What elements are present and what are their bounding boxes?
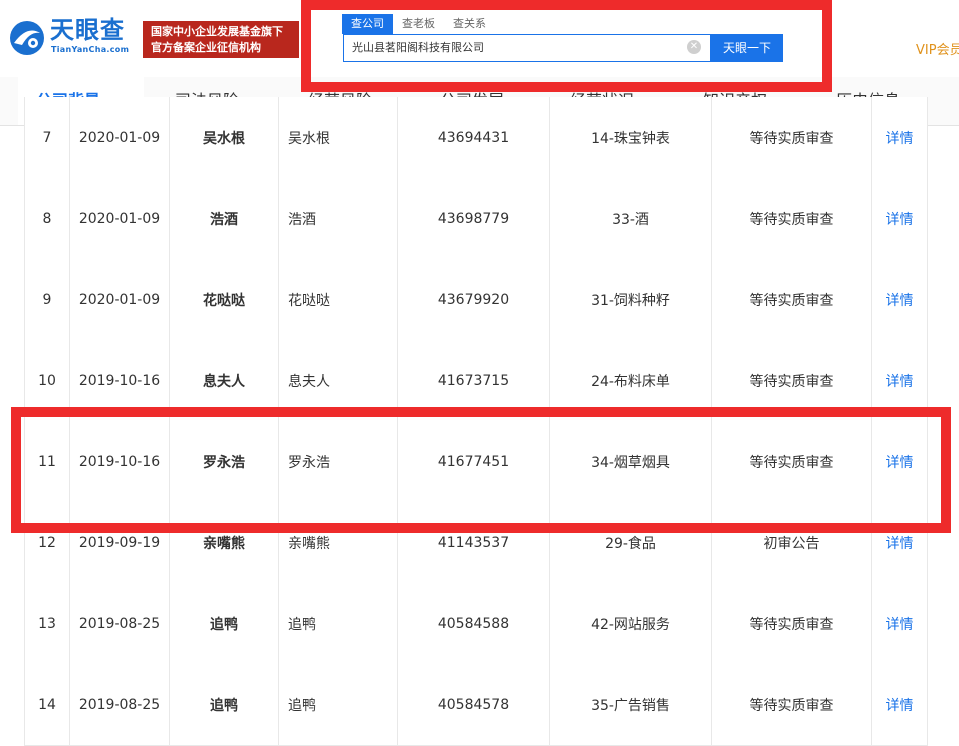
detail-link[interactable]: 详情 xyxy=(872,97,928,178)
table-row: 14 2019-08-25 追鸭 追鸭 40584578 35-广告销售 等待实… xyxy=(24,664,928,746)
cell-class: 33-酒 xyxy=(550,178,712,259)
cell-status: 等待实质审查 xyxy=(712,178,872,259)
gov-badge-line1: 国家中小企业发展基金旗下 xyxy=(151,25,283,38)
table-row: 9 2020-01-09 花哒哒 花哒哒 43679920 31-饲料种籽 等待… xyxy=(24,259,928,341)
cell-date: 2019-08-25 xyxy=(70,583,170,664)
table-row: 7 2020-01-09 吴水根 吴水根 43694431 14-珠宝钟表 等待… xyxy=(24,97,928,179)
cell-trademark-name: 吴水根 xyxy=(279,97,398,178)
detail-link[interactable]: 详情 xyxy=(872,664,928,745)
cell-trademark-image[interactable]: 浩酒 xyxy=(170,178,279,259)
cell-class: 14-珠宝钟表 xyxy=(550,97,712,178)
gov-badge: 国家中小企业发展基金旗下 官方备案企业征信机构 xyxy=(143,21,299,58)
cell-class: 31-饲料种籽 xyxy=(550,259,712,340)
cell-status: 等待实质审查 xyxy=(712,97,872,178)
cell-date: 2020-01-09 xyxy=(70,97,170,178)
detail-link[interactable]: 详情 xyxy=(872,583,928,664)
cell-reg-no: 40584578 xyxy=(398,664,550,745)
cell-status: 等待实质审查 xyxy=(712,664,872,745)
cell-no: 13 xyxy=(24,583,70,664)
row-highlight-box xyxy=(11,407,951,533)
cell-trademark-image[interactable]: 追鸭 xyxy=(170,664,279,745)
cell-date: 2020-01-09 xyxy=(70,178,170,259)
cell-trademark-name: 追鸭 xyxy=(279,664,398,745)
cell-no: 8 xyxy=(24,178,70,259)
cell-reg-no: 43694431 xyxy=(398,97,550,178)
cell-class: 42-网站服务 xyxy=(550,583,712,664)
table-row: 8 2020-01-09 浩酒 浩酒 43698779 33-酒 等待实质审查 … xyxy=(24,178,928,260)
cell-no: 7 xyxy=(24,97,70,178)
cell-trademark-name: 花哒哒 xyxy=(279,259,398,340)
cell-status: 等待实质审查 xyxy=(712,583,872,664)
cell-reg-no: 43698779 xyxy=(398,178,550,259)
cell-trademark-image[interactable]: 追鸭 xyxy=(170,583,279,664)
detail-link[interactable]: 详情 xyxy=(872,259,928,340)
logo-subtitle: TianYanCha.com xyxy=(51,45,130,54)
logo-text[interactable]: 天眼查 xyxy=(50,17,125,43)
detail-link[interactable]: 详情 xyxy=(872,178,928,259)
vip-member-link[interactable]: VIP会员 xyxy=(916,39,959,58)
cell-no: 9 xyxy=(24,259,70,340)
cell-class: 35-广告销售 xyxy=(550,664,712,745)
cell-status: 等待实质审查 xyxy=(712,259,872,340)
cell-trademark-name: 浩酒 xyxy=(279,178,398,259)
cell-trademark-image[interactable]: 花哒哒 xyxy=(170,259,279,340)
cell-date: 2020-01-09 xyxy=(70,259,170,340)
cell-reg-no: 43679920 xyxy=(398,259,550,340)
cell-trademark-image[interactable]: 吴水根 xyxy=(170,97,279,178)
cell-trademark-name: 追鸭 xyxy=(279,583,398,664)
tianyancha-logo-icon[interactable] xyxy=(8,19,46,57)
cell-no: 14 xyxy=(24,664,70,745)
cell-reg-no: 40584588 xyxy=(398,583,550,664)
cell-date: 2019-08-25 xyxy=(70,664,170,745)
search-highlight-box xyxy=(301,0,832,92)
table-row: 13 2019-08-25 追鸭 追鸭 40584588 42-网站服务 等待实… xyxy=(24,583,928,665)
gov-badge-line2: 官方备案企业征信机构 xyxy=(151,41,261,54)
